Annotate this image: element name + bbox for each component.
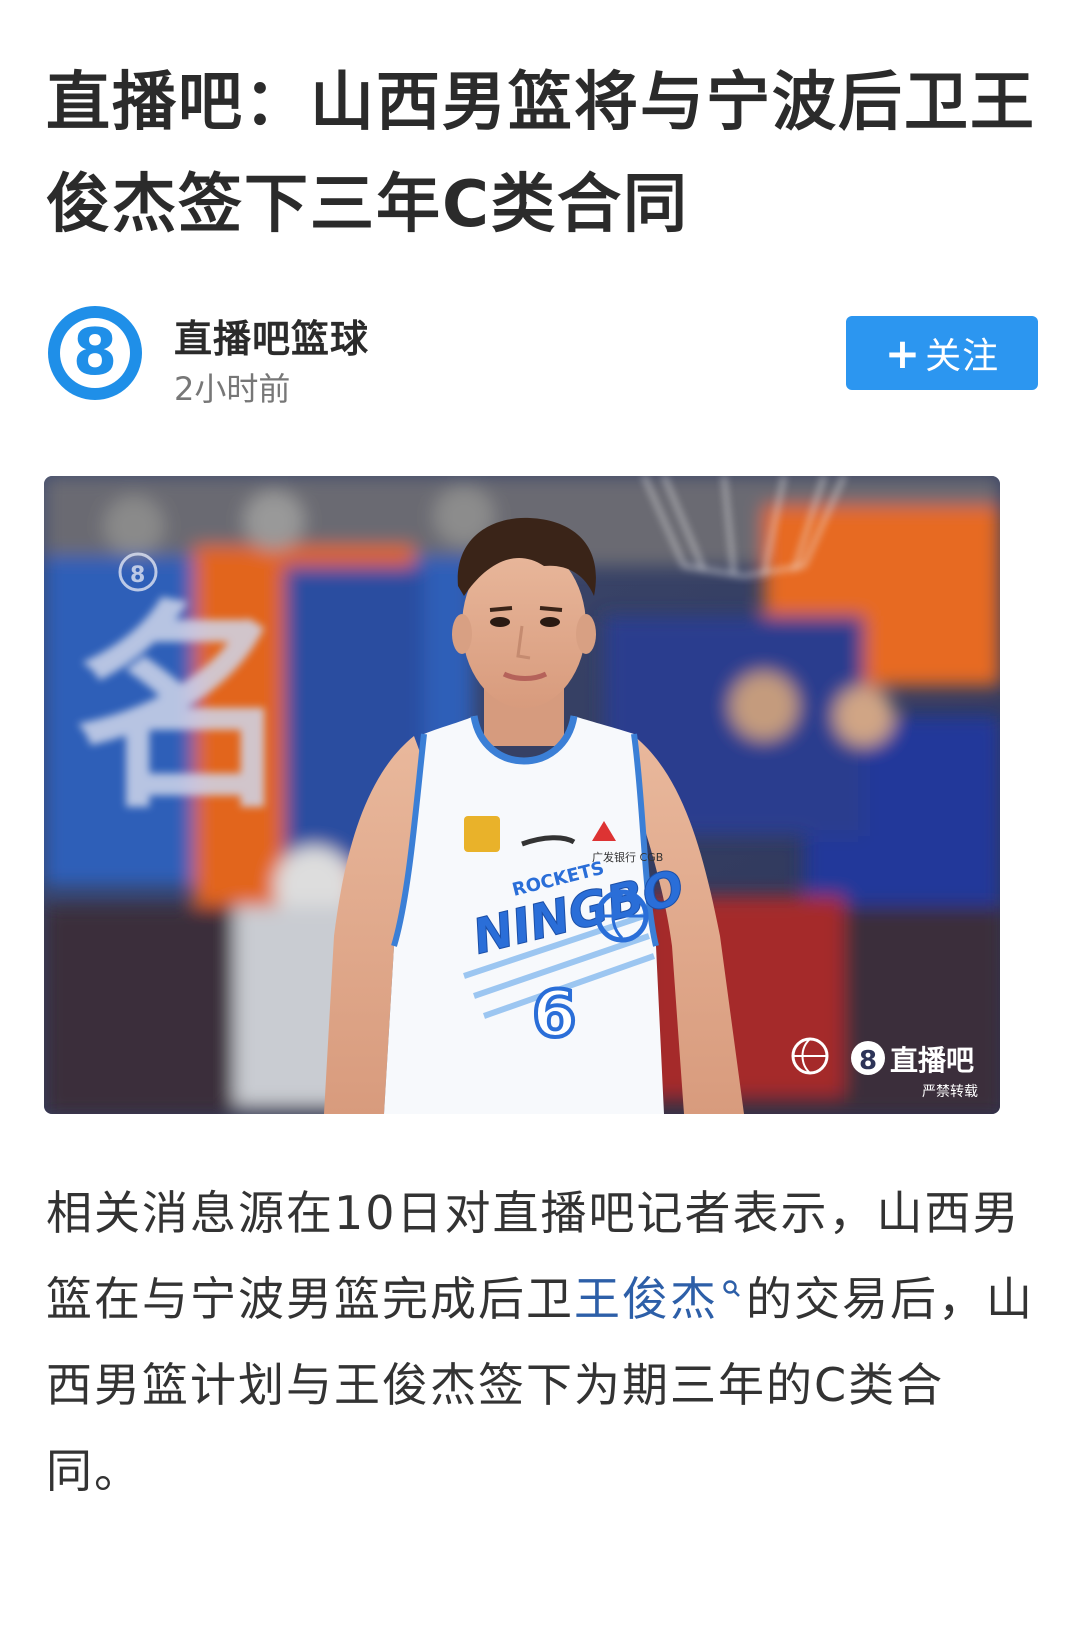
sponsor-text: 广发银行 CGB xyxy=(592,850,663,864)
post-time: 2小时前 xyxy=(174,370,291,408)
watermark-brand: 直播吧 xyxy=(890,1044,974,1077)
article-body: 相关消息源在10日对直播吧记者表示，山西男篮在与宁波男篮完成后卫王俊杰 的交易后，… xyxy=(46,1170,1036,1514)
article-photo[interactable]: 名 广发银行 CGB ROCKETS NINGBO 6 8 8 直播吧 严禁转载 xyxy=(44,476,1000,1114)
follow-label: 关注 xyxy=(925,336,1000,377)
svg-text:名: 名 xyxy=(74,582,294,838)
author-avatar[interactable]: 8 xyxy=(48,306,142,400)
svg-text:8: 8 xyxy=(130,563,145,588)
plus-icon: + xyxy=(884,328,922,378)
watermark-note: 严禁转载 xyxy=(922,1084,978,1100)
author-row: 8 直播吧篮球 2小时前 + 关注 xyxy=(48,306,1038,416)
article-title: 直播吧：山西男篮将与宁波后卫王俊杰签下三年C类合同 xyxy=(46,66,1036,242)
author-name[interactable]: 直播吧篮球 xyxy=(174,308,369,363)
avatar-logo-glyph: 8 xyxy=(72,316,118,390)
watermark-logo: 8 xyxy=(859,1046,877,1076)
follow-button[interactable]: + 关注 xyxy=(846,316,1038,390)
player-photo-illustration: 名 广发银行 CGB ROCKETS NINGBO 6 8 8 直播吧 严禁转载 xyxy=(44,476,1000,1114)
jersey-number: 6 xyxy=(532,978,577,1052)
player-link[interactable]: 王俊杰 xyxy=(574,1272,718,1326)
search-icon[interactable] xyxy=(722,1279,742,1299)
